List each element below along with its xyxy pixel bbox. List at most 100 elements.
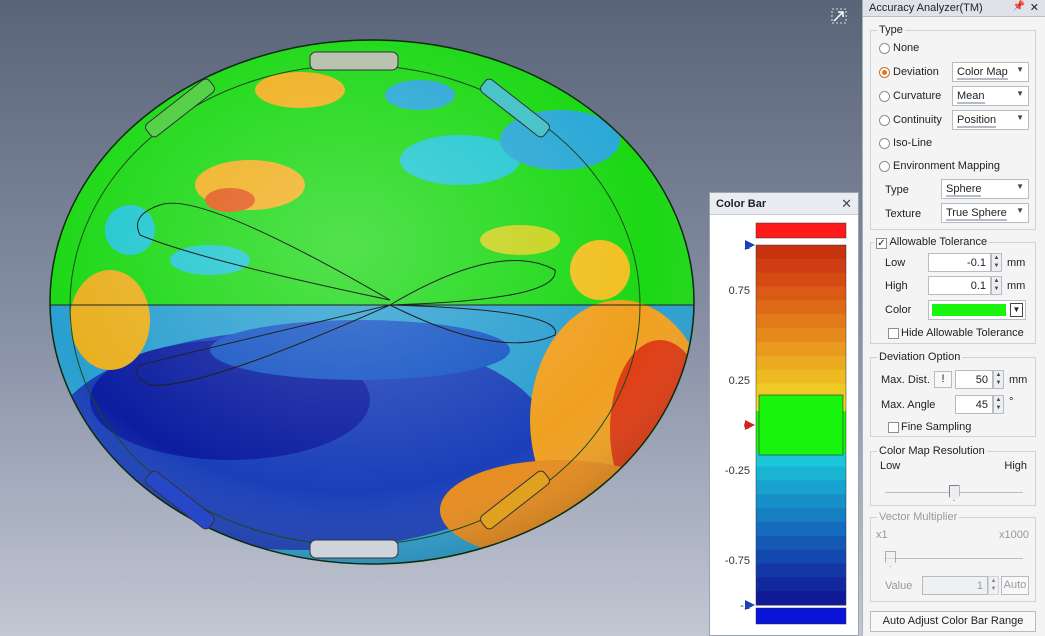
color-band — [756, 549, 846, 564]
env-type-label: Type — [885, 184, 909, 196]
radio-continuity[interactable] — [879, 115, 890, 126]
allowable-tolerance-checkbox[interactable]: ✓ — [876, 238, 887, 249]
color-bar-scale: 10.750.250-0.25-0.75-1 — [725, 222, 847, 625]
high-tolerance-input[interactable]: 0.1 — [928, 276, 991, 295]
vector-max-label: x1000 — [999, 529, 1029, 541]
color-band — [756, 577, 846, 592]
radio-curvature[interactable] — [879, 91, 890, 102]
color-band — [756, 300, 846, 315]
allowable-tolerance-header: ✓ Allowable Tolerance — [874, 236, 990, 249]
env-type-select[interactable]: Sphere ▼ — [941, 179, 1029, 199]
color-band — [756, 286, 846, 301]
expand-arrow-icon[interactable] — [829, 6, 849, 26]
max-dist-warning-button[interactable]: ! — [934, 371, 952, 388]
tick-label: 0.25 — [729, 375, 750, 387]
radio-deviation[interactable] — [879, 67, 890, 78]
tolerance-color-picker[interactable]: ▼ — [928, 300, 1026, 320]
auto-adjust-color-bar-button[interactable]: Auto Adjust Color Bar Range — [870, 611, 1036, 632]
color-band — [756, 328, 846, 343]
color-band — [756, 355, 846, 371]
max-dist-spinner[interactable]: ▲ ▼ — [993, 370, 1004, 389]
panel-title: Accuracy Analyzer(TM) — [869, 2, 983, 14]
close-icon[interactable]: ✕ — [1030, 1, 1039, 14]
continuity-mode-select[interactable]: Position ▼ — [952, 110, 1029, 130]
radio-deviation-label: Deviation — [893, 66, 939, 78]
hide-tolerance-checkbox[interactable] — [888, 328, 899, 339]
resolution-slider-thumb[interactable] — [948, 485, 960, 501]
radio-none[interactable] — [879, 43, 890, 54]
vector-value-label: Value — [885, 580, 913, 592]
color-bar-title: Color Bar — [716, 198, 767, 210]
low-tolerance-spinner[interactable]: ▲ ▼ — [991, 253, 1002, 272]
vector-slider-thumb[interactable] — [885, 551, 896, 567]
color-band — [756, 494, 846, 509]
allowable-tolerance-label: Allowable Tolerance — [889, 236, 988, 248]
vector-slider-track[interactable] — [885, 558, 1023, 559]
color-band — [756, 341, 846, 357]
color-band — [756, 466, 846, 481]
radio-iso-line-label: Iso-Line — [893, 137, 933, 149]
low-tolerance-input[interactable]: -0.1 — [928, 253, 991, 272]
high-label: High — [885, 280, 908, 292]
radio-environment-mapping[interactable] — [879, 161, 890, 172]
color-label: Color — [885, 304, 912, 316]
max-dist-unit: mm — [1009, 374, 1028, 386]
radio-iso-line[interactable] — [879, 138, 890, 149]
chevron-down-icon: ▼ — [1016, 182, 1024, 191]
close-icon[interactable]: ✕ — [841, 196, 852, 212]
color-map-resolution-label: Color Map Resolution — [877, 445, 987, 457]
type-group-label: Type — [877, 24, 905, 36]
tick-label: -0.75 — [725, 555, 750, 567]
tick-label: -0.25 — [725, 465, 750, 477]
type-group: Type None Deviation Color Map ▼ Curvatur… — [870, 24, 1036, 230]
resolution-low-label: Low — [880, 460, 901, 472]
color-band — [756, 245, 846, 260]
fine-sampling-checkbox[interactable] — [888, 422, 899, 433]
under-range-swatch — [755, 607, 847, 625]
max-angle-input[interactable]: 45 — [955, 395, 993, 414]
chevron-down-icon: ▼ — [1016, 206, 1024, 215]
radio-curvature-label: Curvature — [893, 90, 942, 102]
panel-title-bar: Accuracy Analyzer(TM) 📌 ✕ — [863, 0, 1045, 17]
color-band — [756, 563, 846, 578]
radio-none-label: None — [893, 42, 920, 54]
color-band — [756, 272, 846, 288]
range-marker-icon — [745, 600, 755, 610]
chevron-down-icon: ▼ — [1016, 89, 1024, 98]
deviation-option-label: Deviation Option — [877, 351, 963, 363]
high-tolerance-spinner[interactable]: ▲ ▼ — [991, 276, 1002, 295]
radio-environment-mapping-label: Environment Mapping — [893, 160, 1001, 172]
color-band — [756, 314, 846, 329]
vector-value-spinner[interactable]: ▲ ▼ — [988, 576, 999, 595]
color-map-resolution-group: Color Map Resolution Low High — [870, 445, 1036, 506]
color-band — [756, 535, 846, 551]
radio-continuity-label: Continuity — [893, 114, 942, 126]
low-label: Low — [885, 257, 906, 269]
vector-value-input[interactable]: 1 — [922, 576, 988, 595]
chevron-down-icon[interactable]: ▼ — [1010, 303, 1023, 317]
vector-multiplier-label: Vector Multiplier — [877, 511, 960, 523]
color-band — [756, 591, 846, 606]
color-bar-title-bar: Color Bar ✕ — [710, 193, 858, 215]
color-band — [756, 369, 846, 384]
texture-label: Texture — [885, 208, 922, 220]
vector-min-label: x1 — [876, 529, 888, 541]
max-dist-input[interactable]: 50 — [955, 370, 993, 389]
vector-auto-button[interactable]: Auto — [1001, 576, 1029, 595]
max-angle-spinner[interactable]: ▲ ▼ — [993, 395, 1004, 414]
tick-label: 0.75 — [729, 285, 750, 297]
chevron-down-icon: ▼ — [1016, 65, 1024, 74]
resolution-high-label: High — [1004, 460, 1027, 472]
tolerance-band — [758, 394, 844, 456]
accuracy-analyzer-panel: Accuracy Analyzer(TM) 📌 ✕ Type None Devi… — [862, 0, 1045, 636]
deviation-mode-select[interactable]: Color Map ▼ — [952, 62, 1029, 82]
pin-icon[interactable]: 📌 — [1013, 1, 1025, 12]
vector-multiplier-group: Vector Multiplier x1 x1000 Value 1 ▲ ▼ Au… — [870, 511, 1036, 602]
max-angle-unit: ° — [1009, 396, 1014, 408]
chevron-down-icon: ▼ — [1016, 113, 1024, 122]
texture-select[interactable]: True Sphere ▼ — [941, 203, 1029, 223]
max-angle-label: Max. Angle — [881, 399, 936, 411]
curvature-mode-select[interactable]: Mean ▼ — [952, 86, 1029, 106]
zero-marker-icon — [745, 420, 755, 430]
color-bar-panel: Color Bar ✕ 10.750.250-0.25-0.75-1 — [709, 192, 859, 636]
